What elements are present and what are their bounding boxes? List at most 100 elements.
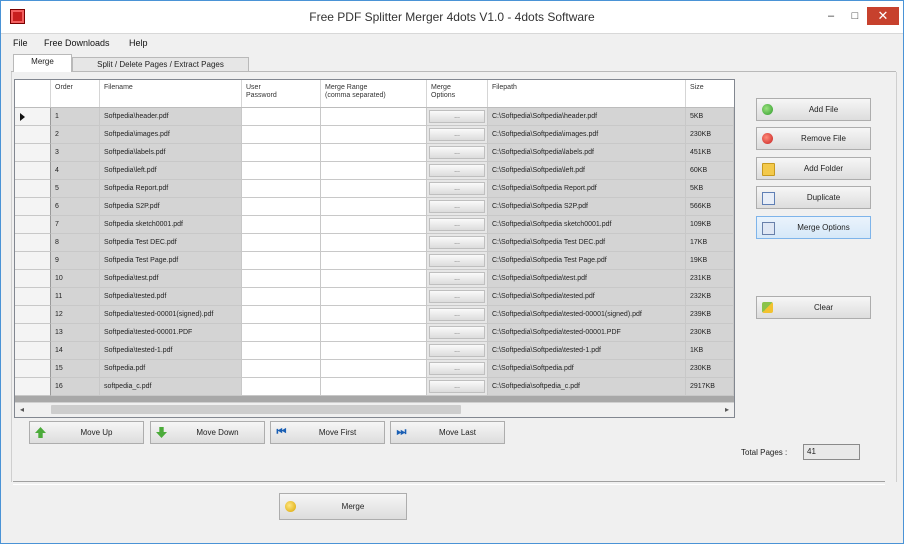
cell-filename[interactable]: Softpedia\images.pdf	[100, 126, 242, 144]
merge-options-cell-button[interactable]: ...	[429, 182, 485, 195]
cell-filename[interactable]: Softpedia\tested-00001(signed).pdf	[100, 306, 242, 324]
cell-user-password[interactable]	[242, 324, 321, 342]
merge-options-button[interactable]: Merge Options	[756, 216, 871, 239]
cell-merge-range[interactable]	[321, 360, 427, 378]
cell-filepath[interactable]: C:\Softpedia\Softpedia\tested-1.pdf	[488, 342, 686, 360]
table-row[interactable]: 15 Softpedia.pdf... C:\Softpedia\Softpedia…	[15, 360, 734, 378]
cell-user-password[interactable]	[242, 144, 321, 162]
cell-size[interactable]: 230KB	[686, 360, 734, 378]
cell-user-password[interactable]	[242, 360, 321, 378]
cell-user-password[interactable]	[242, 126, 321, 144]
cell-user-password[interactable]	[242, 180, 321, 198]
table-row[interactable]: 9 Softpedia Test Page.pdf... C:\Softpedia\…	[15, 252, 734, 270]
cell-size[interactable]: 1KB	[686, 342, 734, 360]
cell-size[interactable]: 230KB	[686, 324, 734, 342]
cell-filepath[interactable]: C:\Softpedia\Softpedia\labels.pdf	[488, 144, 686, 162]
cell-user-password[interactable]	[242, 378, 321, 396]
cell-size[interactable]: 232KB	[686, 288, 734, 306]
merge-options-cell-button[interactable]: ...	[429, 236, 485, 249]
table-row[interactable]: 12 Softpedia\tested-00001(signed).pdf... C…	[15, 306, 734, 324]
cell-size[interactable]: 109KB	[686, 216, 734, 234]
table-row[interactable]: 5 Softpedia Report.pdf... C:\Softpedia\Sof…	[15, 180, 734, 198]
close-button[interactable]: ✕	[867, 7, 899, 25]
table-row[interactable]: 13 Softpedia\tested-00001.PDF... C:\Softpe…	[15, 324, 734, 342]
table-row[interactable]: 14 Softpedia\tested-1.pdf... C:\Softpedia\…	[15, 342, 734, 360]
cell-order[interactable]: 15	[51, 360, 100, 378]
clear-button[interactable]: Clear	[756, 296, 871, 319]
merge-options-cell-button[interactable]: ...	[429, 200, 485, 213]
cell-size[interactable]: 2917KB	[686, 378, 734, 396]
cell-filepath[interactable]: C:\Softpedia\Softpedia S2P.pdf	[488, 198, 686, 216]
row-selector[interactable]	[15, 162, 51, 180]
move-last-button[interactable]: ⏭ Move Last	[390, 421, 505, 444]
cell-filepath[interactable]: C:\Softpedia\Softpedia\tested-00001(sign…	[488, 306, 686, 324]
row-selector[interactable]	[15, 252, 51, 270]
duplicate-button[interactable]: Duplicate	[756, 186, 871, 209]
merge-options-cell-button[interactable]: ...	[429, 272, 485, 285]
cell-size[interactable]: 230KB	[686, 126, 734, 144]
cell-filename[interactable]: Softpedia\tested-1.pdf	[100, 342, 242, 360]
cell-order[interactable]: 5	[51, 180, 100, 198]
cell-filename[interactable]: softpedia_c.pdf	[100, 378, 242, 396]
cell-user-password[interactable]	[242, 234, 321, 252]
cell-order[interactable]: 2	[51, 126, 100, 144]
cell-order[interactable]: 1	[51, 108, 100, 126]
files-grid[interactable]: Order Filename User Password Merge Range(…	[14, 79, 735, 418]
cell-user-password[interactable]	[242, 162, 321, 180]
cell-merge-range[interactable]	[321, 162, 427, 180]
col-merge-options[interactable]: Merge Options	[427, 80, 488, 107]
cell-size[interactable]: 566KB	[686, 198, 734, 216]
cell-size[interactable]: 451KB	[686, 144, 734, 162]
add-file-button[interactable]: Add File	[756, 98, 871, 121]
cell-size[interactable]: 5KB	[686, 108, 734, 126]
merge-options-cell-button[interactable]: ...	[429, 146, 485, 159]
cell-user-password[interactable]	[242, 306, 321, 324]
table-row[interactable]: 10 Softpedia\test.pdf... C:\Softpedia\Soft…	[15, 270, 734, 288]
add-folder-button[interactable]: Add Folder	[756, 157, 871, 180]
cell-merge-range[interactable]	[321, 126, 427, 144]
cell-merge-range[interactable]	[321, 342, 427, 360]
cell-order[interactable]: 14	[51, 342, 100, 360]
row-selector[interactable]	[15, 198, 51, 216]
cell-size[interactable]: 239KB	[686, 306, 734, 324]
cell-filepath[interactable]: C:\Softpedia\softpedia_c.pdf	[488, 378, 686, 396]
col-merge-range[interactable]: Merge Range (comma separated)	[321, 80, 427, 107]
row-selector[interactable]	[15, 126, 51, 144]
merge-options-cell-button[interactable]: ...	[429, 218, 485, 231]
scroll-left-arrow-icon[interactable]: ◂	[17, 405, 27, 415]
merge-options-cell-button[interactable]: ...	[429, 326, 485, 339]
cell-merge-range[interactable]	[321, 216, 427, 234]
cell-filename[interactable]: Softpedia.pdf	[100, 360, 242, 378]
cell-order[interactable]: 8	[51, 234, 100, 252]
cell-order[interactable]: 3	[51, 144, 100, 162]
cell-merge-range[interactable]	[321, 306, 427, 324]
cell-merge-range[interactable]	[321, 378, 427, 396]
cell-merge-range[interactable]	[321, 108, 427, 126]
cell-size[interactable]: 17KB	[686, 234, 734, 252]
row-selector[interactable]	[15, 144, 51, 162]
cell-order[interactable]: 16	[51, 378, 100, 396]
cell-filename[interactable]: Softpedia Test Page.pdf	[100, 252, 242, 270]
row-selector[interactable]	[15, 324, 51, 342]
merge-options-cell-button[interactable]: ...	[429, 344, 485, 357]
cell-size[interactable]: 231KB	[686, 270, 734, 288]
row-selector[interactable]	[15, 306, 51, 324]
cell-order[interactable]: 6	[51, 198, 100, 216]
row-selector[interactable]	[15, 234, 51, 252]
cell-filename[interactable]: Softpedia Report.pdf	[100, 180, 242, 198]
cell-size[interactable]: 5KB	[686, 180, 734, 198]
col-order[interactable]: Order	[51, 80, 100, 107]
cell-order[interactable]: 13	[51, 324, 100, 342]
table-row[interactable]: 2 Softpedia\images.pdf... C:\Softpedia\Sof…	[15, 126, 734, 144]
menu-help[interactable]: Help	[129, 38, 148, 48]
cell-merge-range[interactable]	[321, 144, 427, 162]
row-selector[interactable]	[15, 108, 51, 126]
col-filepath[interactable]: Filepath	[488, 80, 686, 107]
cell-filepath[interactable]: C:\Softpedia\Softpedia\tested.pdf	[488, 288, 686, 306]
row-selector[interactable]	[15, 270, 51, 288]
cell-filename[interactable]: Softpedia\tested-00001.PDF	[100, 324, 242, 342]
cell-order[interactable]: 12	[51, 306, 100, 324]
scroll-right-arrow-icon[interactable]: ▸	[722, 405, 732, 415]
scroll-thumb[interactable]	[51, 405, 461, 414]
cell-filepath[interactable]: C:\Softpedia\Softpedia\tested-00001.PDF	[488, 324, 686, 342]
